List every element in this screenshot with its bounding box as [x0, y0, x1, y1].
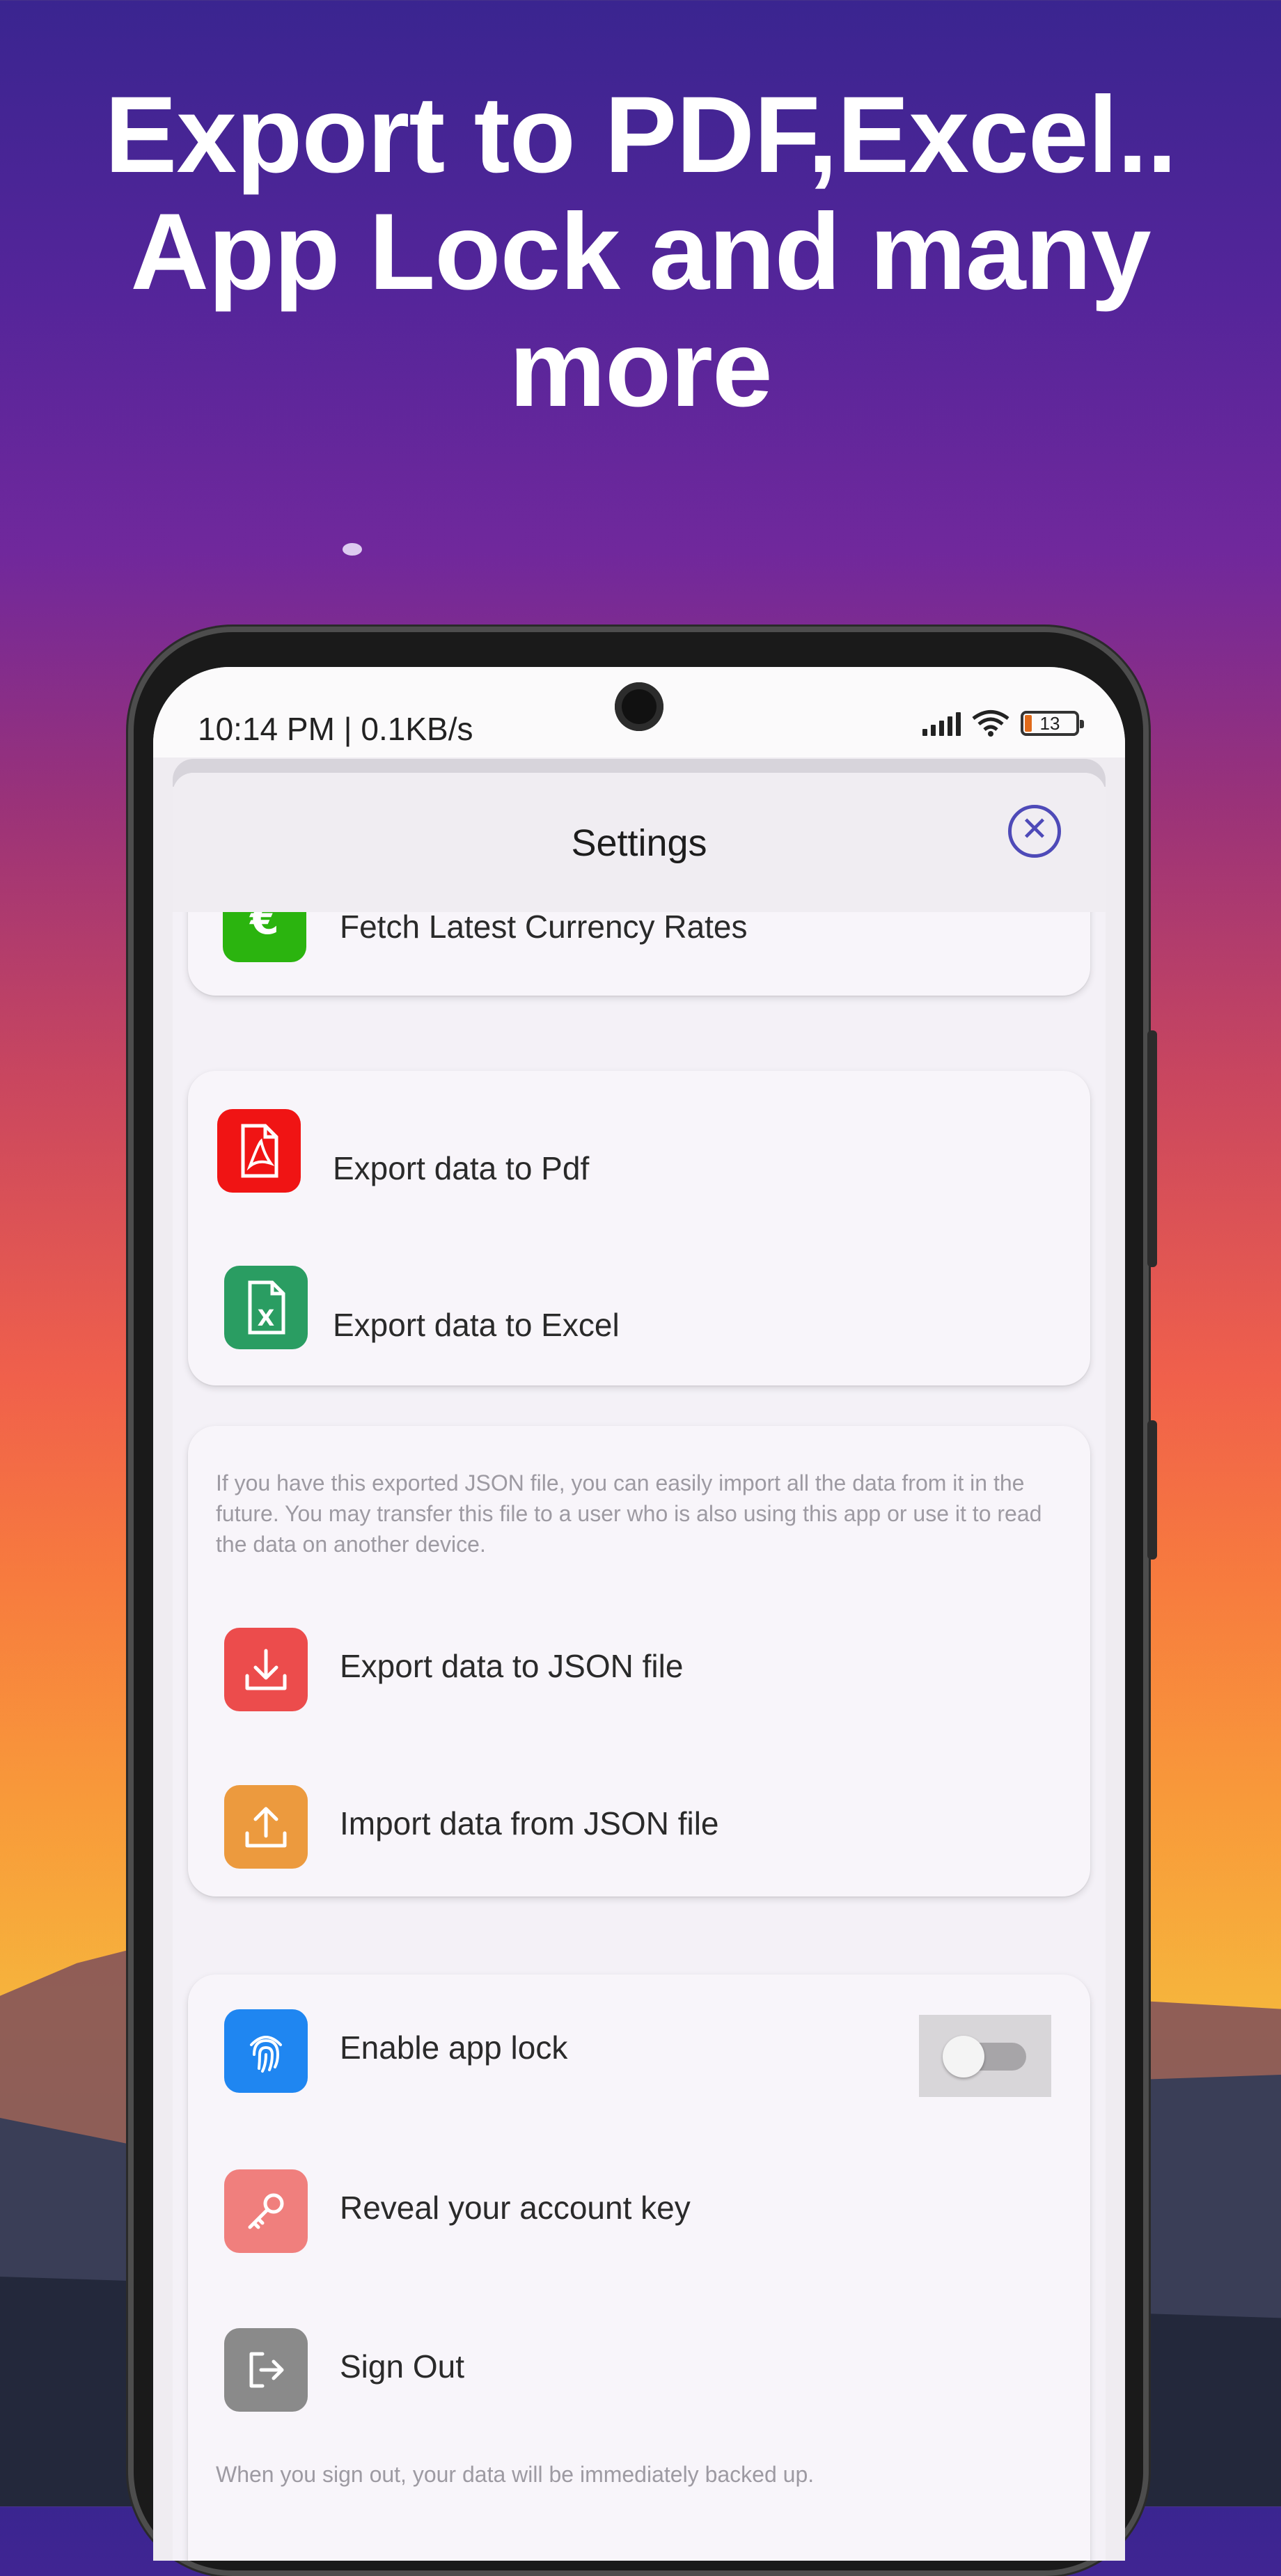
- import-json-label: Import data from JSON file: [340, 1805, 719, 1841]
- json-card: If you have this exported JSON file, you…: [188, 1426, 1090, 1896]
- close-button[interactable]: ✕: [1008, 805, 1061, 858]
- reveal-account-key-label: Reveal your account key: [340, 2190, 691, 2226]
- sign-out-item[interactable]: Sign Out: [188, 2307, 1090, 2426]
- close-icon: ✕: [1020, 811, 1049, 848]
- export-pdf-label: Export data to Pdf: [333, 1150, 590, 1186]
- sign-out-icon: [224, 2328, 308, 2412]
- import-json-item[interactable]: Import data from JSON file: [188, 1764, 1090, 1883]
- upload-icon: [224, 1785, 308, 1869]
- export-card: Export data to Pdf X Export data to Exce…: [188, 1071, 1090, 1385]
- page-title: Settings: [571, 822, 707, 864]
- promo-headline-line1: Export to PDF,Excel..: [104, 74, 1177, 196]
- key-icon: [224, 2169, 308, 2253]
- phone-power-button: [1147, 1420, 1157, 1560]
- battery-icon: 13: [1021, 711, 1084, 736]
- phone-screen: 10:14 PM | 0.1KB/s 13 Settings ✕ € Fetch…: [153, 667, 1125, 2561]
- app-lock-item[interactable]: Enable app lock: [188, 1988, 1090, 2107]
- sheet-header: Settings ✕: [173, 773, 1106, 912]
- wifi-icon: [972, 710, 1009, 737]
- pdf-icon: [217, 1109, 301, 1193]
- promo-headline-line2: App Lock and many more: [130, 191, 1151, 430]
- front-camera: [615, 682, 663, 731]
- svg-text:X: X: [258, 1305, 275, 1331]
- star-dot: [343, 543, 362, 556]
- status-icons: 13: [922, 706, 1084, 741]
- excel-icon: X: [224, 1266, 308, 1349]
- sign-out-label: Sign Out: [340, 2348, 464, 2385]
- battery-level: 13: [1039, 713, 1060, 734]
- export-excel-item[interactable]: X Export data to Excel: [188, 1252, 1090, 1370]
- sign-out-note: When you sign out, your data will be imm…: [216, 2462, 815, 2487]
- reveal-account-key-item[interactable]: Reveal your account key: [188, 2149, 1090, 2267]
- status-bar: 10:14 PM | 0.1KB/s 13: [153, 667, 1125, 757]
- status-time: 10:14 PM | 0.1KB/s: [198, 711, 473, 747]
- phone-volume-button: [1147, 1030, 1157, 1267]
- settings-sheet: Settings ✕ € Fetch Latest Currency Rates: [173, 773, 1106, 2561]
- signal-icon: [922, 711, 961, 736]
- export-json-item[interactable]: Export data to JSON file: [188, 1607, 1090, 1725]
- export-json-label: Export data to JSON file: [340, 1648, 684, 1684]
- download-icon: [224, 1628, 308, 1711]
- app-lock-toggle[interactable]: [919, 2015, 1051, 2097]
- toggle-knob: [943, 2036, 984, 2078]
- fingerprint-icon: [224, 2009, 308, 2093]
- app-lock-label: Enable app lock: [340, 2029, 568, 2066]
- json-info-note: If you have this exported JSON file, you…: [216, 1470, 1042, 1557]
- export-pdf-item[interactable]: Export data to Pdf: [188, 1095, 1090, 1214]
- export-excel-label: Export data to Excel: [333, 1307, 620, 1343]
- account-card: Enable app lock Reveal your account key: [188, 1974, 1090, 2561]
- promo-headline: Export to PDF,Excel.. App Lock and many …: [0, 77, 1281, 427]
